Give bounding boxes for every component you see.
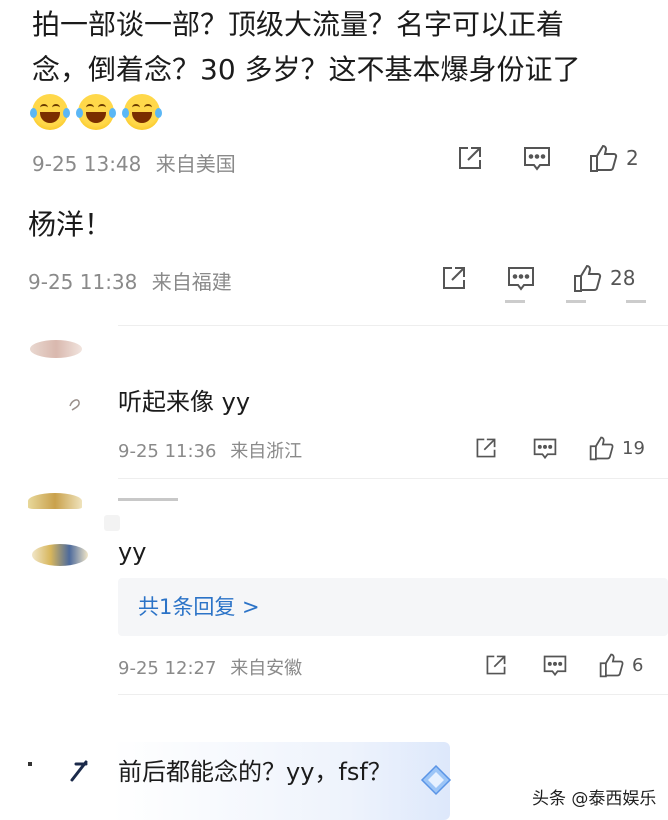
avatar[interactable]	[30, 340, 82, 358]
comment-4-meta: 9-25 12:27 来自安徽	[118, 654, 302, 680]
comment-4-time: 9-25 12:27	[118, 658, 217, 679]
share-button[interactable]	[440, 264, 468, 292]
comment-button[interactable]	[506, 264, 536, 294]
comment-1-meta: 9-25 13:48 来自美国	[32, 148, 236, 177]
laughing-tears-emoji-icon	[76, 94, 116, 130]
comment-1-line1: 拍一部谈一部？顶级大流量？名字可以正着	[32, 8, 565, 41]
cropped-fragment	[104, 515, 120, 531]
thumbs-up-icon	[599, 653, 624, 678]
thumbs-up-icon	[589, 436, 614, 461]
laughing-tears-emoji-icon	[30, 94, 70, 130]
like-count: 2	[626, 146, 639, 170]
comment-2-text: 杨洋！	[28, 208, 113, 241]
like-count: 19	[622, 437, 645, 459]
avatar-small[interactable]	[62, 754, 94, 790]
share-button[interactable]	[456, 144, 484, 172]
divider	[118, 694, 668, 695]
comment-icon	[543, 655, 567, 677]
comment-3-text: 听起来像 yy	[118, 388, 251, 416]
thumbs-up-icon	[590, 144, 618, 172]
emoji-row	[30, 94, 170, 130]
comment-2-time: 9-25 11:38	[28, 270, 138, 294]
avatar-small[interactable]	[64, 392, 84, 412]
comment-icon	[533, 438, 557, 460]
comment-button[interactable]	[522, 144, 552, 174]
comment-1-text: 拍一部谈一部？顶级大流量？名字可以正着 念，倒着念？30 多岁？这不基本爆身份证…	[32, 2, 662, 92]
share-button[interactable]	[484, 653, 508, 677]
avatar[interactable]	[28, 493, 82, 509]
avatar[interactable]	[32, 544, 88, 566]
comment-1-location: 来自美国	[155, 152, 236, 176]
comment-5-text: 前后都能念的？yy，fsf？	[118, 758, 392, 786]
comment-2-meta: 9-25 11:38 来自福建	[28, 266, 232, 295]
user-badge-icon	[69, 399, 80, 411]
like-button[interactable]: 2	[588, 142, 639, 174]
comment-icon	[524, 147, 550, 171]
cropped-username	[118, 498, 318, 503]
like-count: 6	[632, 654, 644, 676]
comment-2-location: 来自福建	[151, 270, 232, 294]
cropped-username	[30, 178, 190, 188]
share-icon	[443, 267, 465, 289]
cropped-icon-fragment	[626, 300, 646, 303]
comment-4-location: 来自安徽	[230, 658, 303, 679]
comment-3-location: 来自浙江	[230, 441, 303, 462]
comment-button[interactable]	[532, 436, 558, 462]
comment-3-meta: 9-25 11:36 来自浙江	[118, 437, 302, 463]
share-button[interactable]	[474, 436, 498, 460]
comment-icon	[508, 267, 534, 291]
share-icon	[486, 655, 506, 675]
comment-3-time: 9-25 11:36	[118, 441, 217, 462]
thumbs-up-icon	[574, 264, 602, 292]
divider	[118, 478, 668, 479]
cropped-icon-fragment	[505, 300, 525, 303]
divider	[118, 325, 668, 326]
user-badge-icon	[70, 760, 88, 782]
share-icon	[459, 147, 481, 169]
watermark: 头条 @泰西娱乐	[532, 789, 657, 809]
laughing-tears-emoji-icon	[122, 94, 162, 130]
comment-1-line2: 念，倒着念？30 多岁？这不基本爆身份证了	[32, 53, 581, 86]
cropped-icon-fragment	[566, 300, 586, 303]
like-count: 28	[610, 266, 636, 290]
comment-1-time: 9-25 13:48	[32, 152, 142, 176]
comment-button[interactable]	[542, 653, 568, 679]
like-button[interactable]: 6	[598, 651, 643, 679]
cropped-avatar-fragment	[28, 762, 32, 766]
diamond-badge-icon	[418, 762, 454, 802]
like-button[interactable]: 19	[588, 434, 645, 462]
like-button[interactable]: 28	[572, 262, 635, 294]
view-replies-link[interactable]: 共1条回复 >	[118, 578, 668, 636]
comment-4-text: yy	[118, 538, 147, 566]
share-icon	[476, 438, 496, 458]
